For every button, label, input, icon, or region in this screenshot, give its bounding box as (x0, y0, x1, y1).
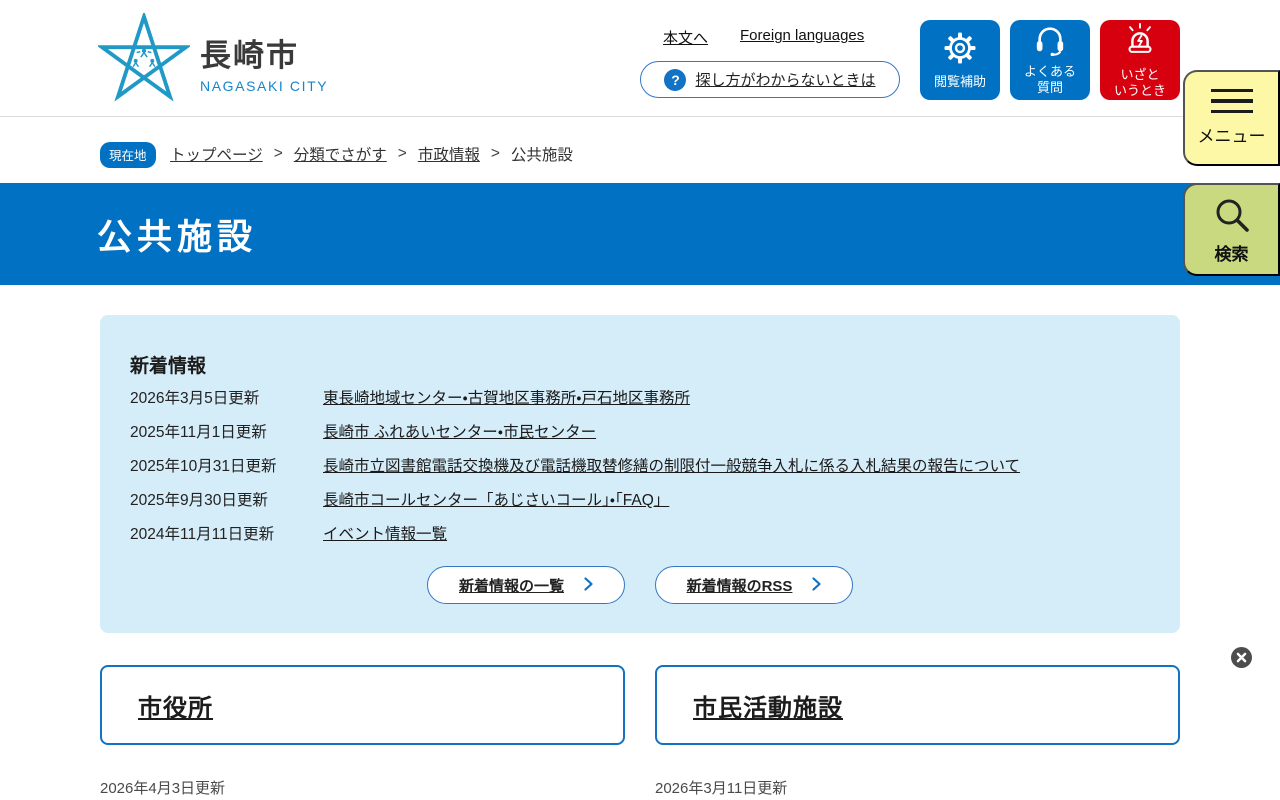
breadcrumb-category[interactable]: 分類でさがす (294, 143, 387, 165)
page-banner: 公共施設 (0, 183, 1280, 285)
news-date: 2025年11月1日更新 (130, 424, 267, 441)
close-button[interactable] (1231, 647, 1252, 668)
news-item: 2025年10月31日更新 長崎市立図書館電話交換機及び電話機取替修繕の制限付一… (130, 448, 1150, 482)
skip-to-content-link[interactable]: 本文へ (663, 27, 708, 48)
breadcrumb-separator: > (490, 145, 500, 162)
page: 長崎市 NAGASAKI CITY 本文へ Foreign languages … (0, 0, 1280, 800)
faq-button[interactable]: よくある 質問 (1010, 20, 1090, 100)
site-logo[interactable]: 長崎市 NAGASAKI CITY (96, 10, 328, 110)
breadcrumb-separator: > (273, 145, 283, 162)
news-list-button-label: 新着情報の一覧 (458, 577, 564, 595)
news-list-button[interactable]: 新着情報の一覧 (427, 566, 625, 604)
menu-tab[interactable]: メニュー (1183, 70, 1280, 166)
siren-icon (1120, 21, 1160, 62)
news-link[interactable]: 長崎市立図書館電話交換機及び電話機取替修繕の制限付一般競争入札に係る入札結果の報… (323, 454, 1020, 476)
foreign-languages-link[interactable]: Foreign languages (740, 27, 864, 48)
category-card-title: 市民活動施設 (693, 694, 843, 722)
breadcrumb-trail: トップページ > 分類でさがす > 市政情報 > 公共施設 (170, 143, 573, 165)
close-icon (1231, 647, 1252, 671)
news-item: 2024年11月11日更新 イベント情報一覧 (130, 516, 1150, 550)
news-panel: 新着情報 2026年3月5日更新 東長崎地域センター・古賀地区事務所・戸石地区事… (100, 315, 1180, 633)
accessibility-button[interactable]: 閲覧補助 (920, 20, 1000, 100)
city-name-en: NAGASAKI CITY (200, 77, 329, 94)
menu-tab-label: メニュー (1197, 127, 1266, 147)
city-star-icon (96, 10, 192, 110)
news-rss-button[interactable]: 新着情報のRSS (655, 566, 853, 604)
search-help-button[interactable]: ? 探し方がわからないときは (640, 61, 900, 98)
news-rss-button-label: 新着情報のRSS (686, 577, 793, 595)
accessibility-label: 閲覧補助 (933, 73, 986, 89)
headset-icon (1031, 24, 1069, 59)
chevron-right-icon (584, 576, 593, 594)
category-updated-date: 2026年4月3日更新 (100, 780, 226, 797)
news-date: 2024年11月11日更新 (130, 526, 275, 543)
news-link[interactable]: 長崎市 ふれあいセンター・市民センター (323, 420, 596, 442)
site-header: 長崎市 NAGASAKI CITY 本文へ Foreign languages … (0, 0, 1280, 117)
news-item: 2025年9月30日更新 長崎市コールセンター「あじさいコール」・「FAQ」 (130, 482, 1150, 516)
news-heading: 新着情報 (130, 356, 207, 377)
chevron-right-icon (812, 576, 822, 594)
search-help-label: 探し方がわからないときは (695, 72, 876, 89)
news-item: 2025年11月1日更新 長崎市 ふれあいセンター・市民センター (130, 414, 1150, 448)
news-link[interactable]: 東長崎地域センター・古賀地区事務所・戸石地区事務所 (323, 386, 690, 408)
gear-icon (942, 30, 978, 69)
news-item: 2026年3月5日更新 東長崎地域センター・古賀地区事務所・戸石地区事務所 (130, 380, 1150, 414)
hamburger-icon (1210, 88, 1253, 114)
breadcrumb-separator: > (397, 145, 407, 162)
breadcrumb-current: 公共施設 (510, 147, 573, 164)
news-link[interactable]: 長崎市コールセンター「あじさいコール」・「FAQ」 (323, 488, 669, 510)
utility-links: 本文へ Foreign languages (663, 27, 864, 48)
search-tab[interactable]: 検索 (1183, 183, 1280, 276)
category-card-title: 市役所 (138, 694, 213, 722)
category-card-civic-facilities[interactable]: 市民活動施設 (655, 665, 1180, 745)
news-link[interactable]: イベント情報一覧 (323, 522, 447, 544)
breadcrumb-city-info[interactable]: 市政情報 (418, 143, 480, 165)
news-date: 2025年9月30日更新 (130, 492, 268, 509)
city-name: 長崎市 (200, 37, 299, 73)
quick-buttons: 閲覧補助 よくある 質問 いざと いうとき (920, 20, 1180, 100)
current-location-badge: 現在地 (100, 142, 156, 168)
page-title: 公共施設 (97, 217, 258, 257)
news-buttons: 新着情報の一覧 新着情報のRSS (100, 566, 1180, 604)
search-tab-label: 検索 (1214, 244, 1249, 264)
emergency-button[interactable]: いざと いうとき (1100, 20, 1180, 100)
breadcrumb: 現在地 トップページ > 分類でさがす > 市政情報 > 公共施設 (0, 117, 1280, 183)
search-icon (1212, 195, 1252, 238)
news-date: 2026年3月5日更新 (130, 390, 260, 407)
question-icon: ? (664, 68, 687, 91)
emergency-label: いざと いうとき (1113, 66, 1166, 98)
faq-label: よくある 質問 (1023, 63, 1076, 95)
logo-text: 長崎市 NAGASAKI CITY (200, 30, 328, 94)
breadcrumb-home[interactable]: トップページ (170, 143, 263, 165)
news-date: 2025年10月31日更新 (130, 458, 277, 475)
category-updated-date: 2026年3月11日更新 (655, 780, 788, 797)
category-card-city-hall[interactable]: 市役所 (100, 665, 625, 745)
news-list: 2026年3月5日更新 東長崎地域センター・古賀地区事務所・戸石地区事務所 20… (130, 380, 1150, 550)
